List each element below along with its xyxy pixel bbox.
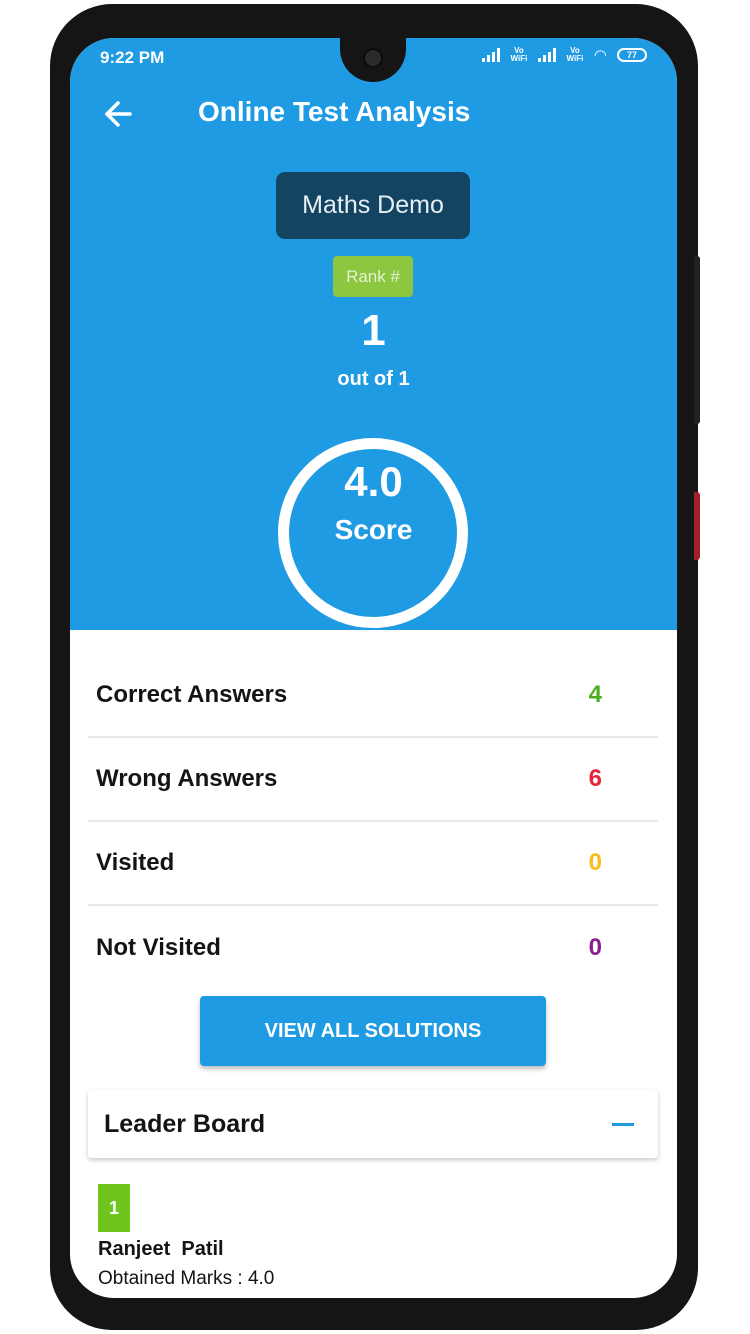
stat-label: Wrong Answers bbox=[96, 765, 278, 792]
stat-value-wrong: 6 bbox=[588, 765, 602, 792]
stat-value-correct: 4 bbox=[588, 681, 602, 708]
signal-icon-2 bbox=[537, 48, 556, 62]
test-name-chip: Maths Demo bbox=[276, 172, 470, 239]
leader-rank-badge: 1 bbox=[98, 1184, 130, 1232]
leaderboard-header[interactable]: Leader Board bbox=[88, 1090, 658, 1158]
rank-out-of: out of 1 bbox=[337, 368, 410, 390]
stat-label: Visited bbox=[96, 849, 175, 876]
collapse-minus-icon[interactable] bbox=[612, 1122, 634, 1126]
leaderboard-title: Leader Board bbox=[104, 1109, 266, 1138]
volte-label: Vo WiFi bbox=[510, 46, 528, 63]
stat-row-correct: Correct Answers 4 bbox=[88, 654, 658, 738]
battery-icon: 77 bbox=[617, 48, 647, 62]
status-time: 9:22 PM bbox=[100, 48, 165, 67]
stat-row-visited: Visited 0 bbox=[88, 822, 658, 906]
rank-value: 1 bbox=[361, 306, 386, 355]
power-button bbox=[694, 492, 700, 560]
volume-button bbox=[694, 256, 700, 424]
screen: 9:22 PM Vo WiFi Vo WiFi ◠ 77 Online Test… bbox=[70, 38, 677, 1298]
score-label: Score bbox=[334, 514, 413, 545]
leader-marks: Obtained Marks : 4.0 bbox=[98, 1268, 275, 1289]
rank-badge: Rank # bbox=[333, 256, 413, 297]
wifi-icon: ◠ bbox=[593, 47, 607, 64]
volte-label-2: Vo WiFi bbox=[566, 46, 584, 63]
score-value: 4.0 bbox=[344, 458, 403, 505]
page-title: Online Test Analysis bbox=[198, 96, 471, 127]
view-all-solutions-button[interactable]: VIEW ALL SOLUTIONS bbox=[200, 996, 546, 1066]
stat-row-wrong: Wrong Answers 6 bbox=[88, 738, 658, 822]
stat-label: Correct Answers bbox=[96, 681, 288, 708]
stat-value-visited: 0 bbox=[588, 849, 602, 876]
stat-label: Not Visited bbox=[96, 934, 221, 961]
status-icons: Vo WiFi Vo WiFi ◠ 77 bbox=[481, 46, 647, 64]
camera bbox=[363, 48, 383, 68]
signal-icon bbox=[481, 48, 500, 62]
back-arrow-icon[interactable] bbox=[100, 94, 136, 134]
stat-row-not-visited: Not Visited 0 bbox=[88, 906, 658, 990]
leader-name: Ranjeet Patil bbox=[98, 1238, 224, 1260]
stat-value-not-visited: 0 bbox=[588, 934, 602, 961]
